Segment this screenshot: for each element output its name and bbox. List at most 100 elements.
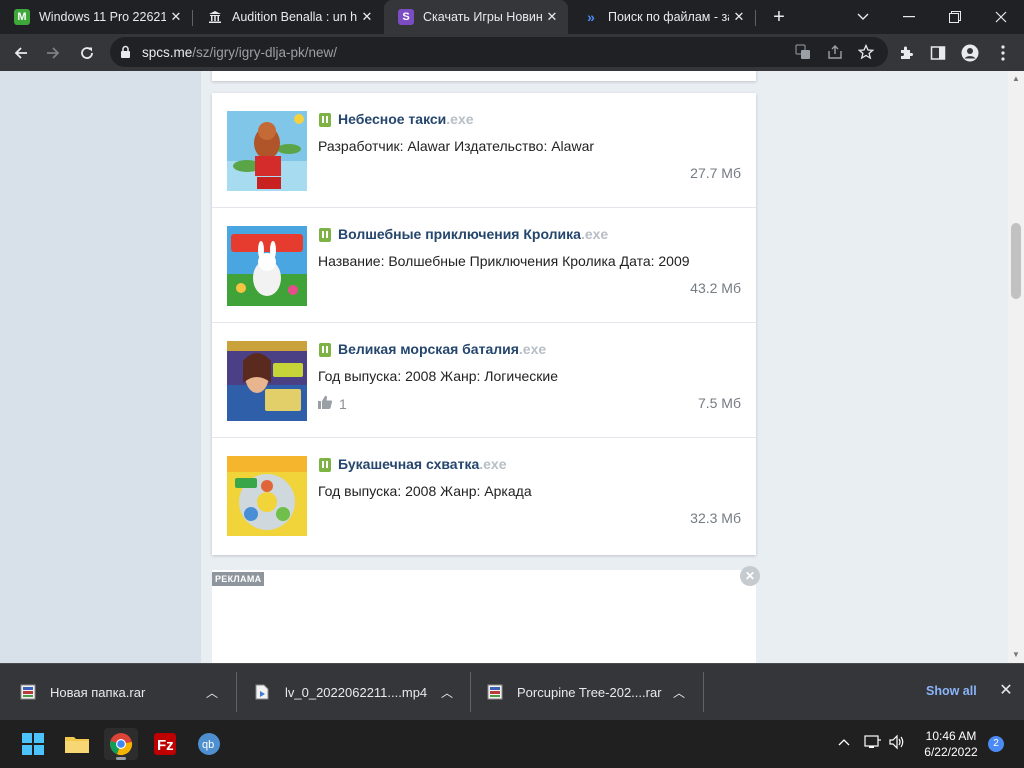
file-name-link[interactable]: Волшебные приключения Кролика.exe — [338, 226, 608, 242]
download-divider — [470, 672, 471, 712]
clock-date: 6/22/2022 — [924, 745, 978, 759]
list-item[interactable]: Великая морская баталия.exe Год выпуска:… — [212, 323, 756, 438]
ad-block: РЕКЛАМА ✕ — [212, 566, 760, 663]
back-button[interactable] — [8, 40, 34, 66]
download-item[interactable]: lv_0_2022062211....mp4 ︿ — [255, 664, 465, 720]
bookmark-star-icon[interactable] — [853, 39, 879, 65]
tab-title: Windows 11 Pro 22621 — [39, 10, 166, 24]
file-name-link[interactable]: Небесное такси.exe — [338, 111, 474, 127]
download-divider — [703, 672, 704, 712]
side-panel-icon[interactable] — [925, 40, 951, 66]
rar-archive-icon — [487, 684, 503, 700]
forward-button[interactable] — [40, 40, 66, 66]
lock-icon[interactable] — [120, 45, 131, 62]
file-name-link[interactable]: Букашечная схватка.exe — [338, 456, 507, 472]
file-list: Небесное такси.exe Разработчик: Alawar И… — [212, 93, 756, 555]
tab-title: Audition Benalla : un h — [232, 10, 357, 24]
close-icon[interactable]: ✕ — [542, 9, 562, 25]
download-filename: Новая папка.rar — [50, 684, 146, 700]
video-file-icon — [255, 684, 271, 700]
game-file-icon — [319, 113, 331, 127]
tab-search-dropdown-icon[interactable] — [840, 0, 886, 34]
file-name-link[interactable]: Великая морская баталия.exe — [338, 341, 546, 357]
file-size: 27.7 Мб — [690, 165, 741, 181]
ad-label: РЕКЛАМА — [212, 572, 265, 586]
scroll-up-arrow-icon[interactable]: ▲ — [1008, 71, 1024, 87]
profile-avatar-icon[interactable] — [957, 40, 983, 66]
file-explorer-icon[interactable] — [60, 728, 94, 760]
like-count: 1 — [339, 395, 347, 412]
windows-taskbar: Fz qb 10:46 AM 6/22/2022 2 — [0, 720, 1024, 768]
tray-chevron-up-icon[interactable] — [838, 734, 850, 749]
file-size: 43.2 Мб — [690, 280, 741, 296]
menu-kebab-icon[interactable] — [990, 40, 1016, 66]
game-file-icon — [319, 343, 331, 357]
game-cover-image[interactable] — [227, 226, 307, 306]
left-column-background — [0, 71, 201, 663]
rar-archive-icon — [20, 684, 36, 700]
game-cover-image[interactable] — [227, 341, 307, 421]
tab-strip: M Windows 11 Pro 22621 ✕ Audition Benall… — [0, 0, 1024, 34]
new-tab-button[interactable]: + — [766, 4, 792, 30]
close-icon[interactable]: ✕ — [357, 9, 377, 25]
tab-audition[interactable]: Audition Benalla : un h ✕ — [193, 0, 383, 34]
scroll-down-arrow-icon[interactable]: ▼ — [1008, 647, 1024, 663]
game-cover-image[interactable] — [227, 111, 307, 191]
tab-title: Поиск по файлам - за — [608, 10, 729, 24]
active-app-indicator — [116, 757, 126, 760]
chrome-icon[interactable] — [104, 728, 138, 760]
file-description: Год выпуска: 2008 Жанр: Логические — [318, 368, 559, 384]
share-icon[interactable] — [822, 39, 848, 65]
minimize-button[interactable] — [886, 0, 932, 34]
chevron-up-icon[interactable]: ︿ — [206, 684, 218, 701]
download-item[interactable]: Porcupine Tree-202....rar ︿ — [487, 664, 697, 720]
qbittorrent-icon[interactable]: qb — [192, 728, 226, 760]
volume-icon[interactable] — [888, 734, 906, 753]
close-icon[interactable]: ✕ — [166, 9, 186, 25]
file-description: Год выпуска: 2008 Жанр: Аркада — [318, 483, 532, 499]
close-download-bar-icon[interactable]: ✕ — [996, 680, 1016, 700]
start-windows-icon[interactable] — [16, 728, 50, 760]
clock-time: 10:46 AM — [925, 729, 977, 743]
filezilla-icon[interactable]: Fz — [148, 728, 182, 760]
close-window-button[interactable] — [978, 0, 1024, 34]
close-icon[interactable]: ✕ — [729, 9, 749, 25]
game-cover-image[interactable] — [227, 456, 307, 536]
reload-button[interactable] — [74, 40, 100, 66]
translate-icon[interactable] — [790, 39, 816, 65]
download-item[interactable]: Новая папка.rar ︿ — [20, 664, 230, 720]
s-purple-icon: S — [398, 9, 414, 25]
tab-divider — [755, 10, 756, 26]
download-filename: Porcupine Tree-202....rar — [517, 684, 662, 700]
game-file-icon — [319, 458, 331, 472]
file-size: 7.5 Мб — [697, 395, 741, 411]
notification-badge[interactable]: 2 — [988, 736, 1004, 752]
svg-text:Fz: Fz — [157, 737, 174, 754]
page-scrollbar[interactable]: ▲ ▼ — [1008, 71, 1024, 663]
system-clock[interactable]: 10:46 AM 6/22/2022 — [916, 728, 986, 760]
tab-games-active[interactable]: S Скачать Игры Новинк ✕ — [384, 0, 568, 34]
m-green-icon: M — [14, 9, 30, 25]
network-icon[interactable] — [864, 734, 882, 753]
file-size: 32.3 Мб — [690, 510, 741, 526]
svg-text:qb: qb — [202, 739, 214, 751]
tab-windows[interactable]: M Windows 11 Pro 22621 ✕ — [0, 0, 192, 34]
extensions-icon[interactable] — [893, 40, 919, 66]
file-description: Название: Волшебные Приключения Кролика … — [318, 253, 690, 269]
bank-icon — [207, 9, 223, 25]
chevron-up-icon[interactable]: ︿ — [441, 684, 453, 701]
chevron-up-icon[interactable]: ︿ — [673, 684, 685, 701]
list-item[interactable]: Букашечная схватка.exe Год выпуска: 2008… — [212, 438, 756, 553]
url-text[interactable]: spcs.me/sz/igry/igry-dlja-pk/new/ — [142, 45, 337, 60]
scrollbar-thumb[interactable] — [1011, 223, 1021, 299]
list-item[interactable]: Небесное такси.exe Разработчик: Alawar И… — [212, 93, 756, 208]
address-bar[interactable]: spcs.me/sz/igry/igry-dlja-pk/new/ — [110, 37, 888, 67]
restore-button[interactable] — [932, 0, 978, 34]
download-filename: lv_0_2022062211....mp4 — [285, 684, 428, 700]
ad-close-icon[interactable]: ✕ — [740, 566, 760, 586]
file-description: Разработчик: Alawar Издательство: Alawar — [318, 138, 595, 154]
tab-search[interactable]: » Поиск по файлам - за ✕ — [569, 0, 755, 34]
like-button[interactable]: 1 — [318, 395, 347, 412]
list-item[interactable]: Волшебные приключения Кролика.exe Назван… — [212, 208, 756, 323]
show-all-downloads-link[interactable]: Show all — [926, 684, 977, 698]
